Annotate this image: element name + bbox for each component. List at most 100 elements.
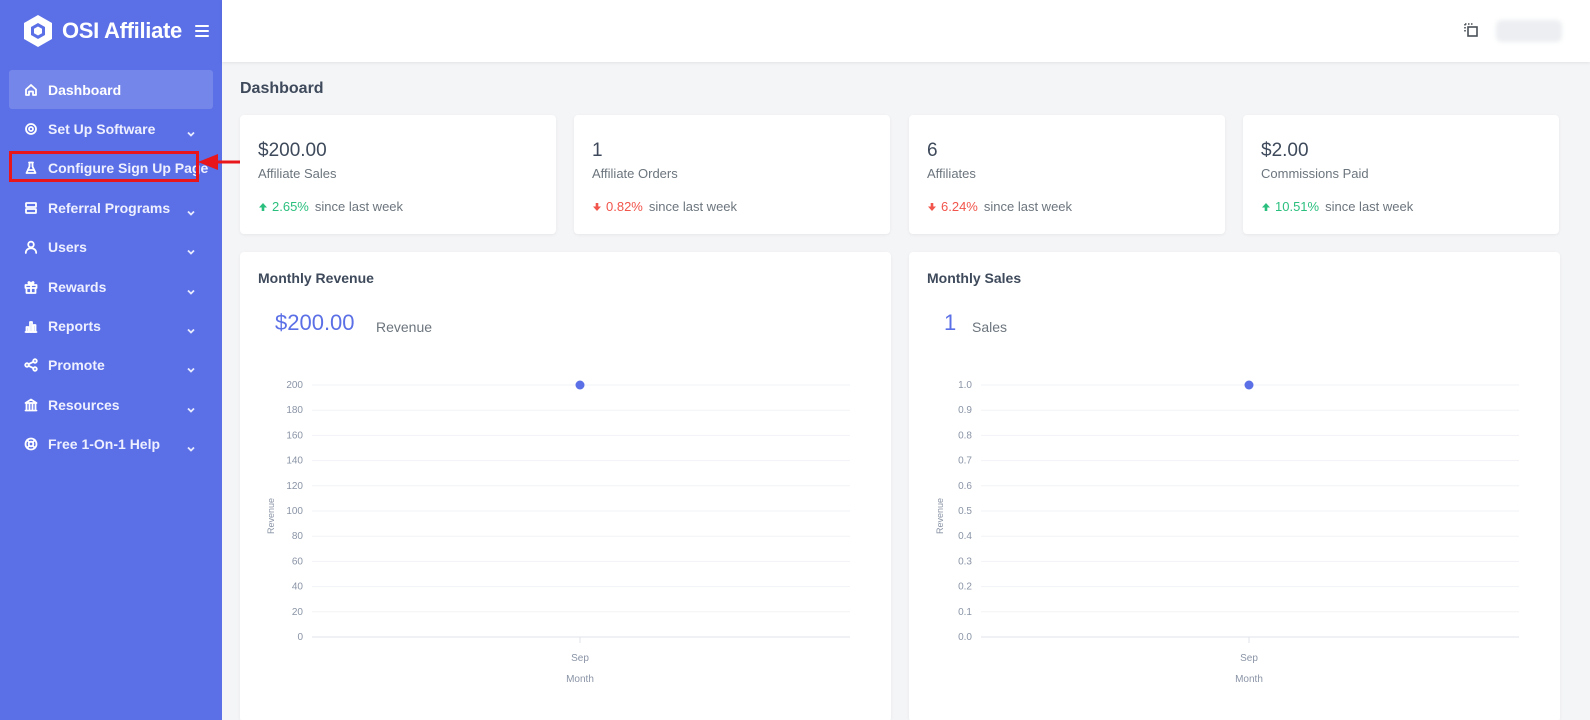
y-tick-label: 0.7 <box>958 456 972 467</box>
data-point <box>575 380 585 390</box>
chevron-down-icon <box>187 361 195 374</box>
sidebar-item-promote[interactable]: Promote <box>9 346 213 385</box>
y-tick-label: 0.5 <box>958 506 972 517</box>
stat-value: 6 <box>927 140 938 161</box>
stat-delta: 0.82% <box>592 199 643 214</box>
flask-icon <box>24 161 38 175</box>
stat-card-affiliate-orders: 1 Affiliate Orders 0.82% since last week <box>574 115 890 234</box>
stat-delta: 6.24% <box>927 199 978 214</box>
sidebar-item-set-up-software[interactable]: Set Up Software <box>9 109 213 148</box>
y-tick-label: 0.1 <box>958 607 972 618</box>
y-tick-label: 180 <box>286 405 303 416</box>
delta-value: 2.65% <box>272 199 309 214</box>
sidebar-item-label: Promote <box>48 357 105 374</box>
sidebar-item-reports[interactable]: Reports <box>9 306 213 345</box>
bar-chart-icon <box>24 319 38 333</box>
y-tick-label: 20 <box>292 607 304 618</box>
chevron-down-icon <box>187 204 195 216</box>
sidebar-item-label: Free 1-On-1 Help <box>48 436 161 453</box>
y-tick-label: 60 <box>292 556 304 567</box>
monthly-sales-chart: 0.0 0.1 0.2 0.3 0.4 0.5 0.6 0.7 0.8 0.9 1.0 Sep Mont… <box>935 380 1519 685</box>
sidebar-item-configure-sign-up-page[interactable]: Configure Sign Up Page <box>9 149 213 188</box>
monthly-revenue-chart: 0 20 40 60 80 100 120 140 160 180 200 Sep Month Reven… <box>266 380 850 685</box>
menu-toggle-icon[interactable] <box>194 25 209 37</box>
y-tick-label: 0.4 <box>958 531 972 542</box>
stat-delta: 10.51% <box>1261 199 1319 214</box>
delta-value: 10.51% <box>1275 199 1320 214</box>
data-point <box>1244 380 1254 390</box>
chevron-down-icon <box>187 322 195 334</box>
sidebar-item-resources[interactable]: Resources <box>9 385 213 424</box>
sidebar: OSI Affiliate Dashboard Set Up Software … <box>0 0 222 720</box>
monthly-revenue-card: Monthly Revenue $200.00 Revenue 0 20 40 60 8… <box>240 252 891 720</box>
arrow-up-icon <box>1262 202 1270 211</box>
chevron-down-icon <box>187 243 195 256</box>
y-tick-label: 200 <box>286 380 303 391</box>
stat-label: Affiliates <box>927 166 976 181</box>
stat-card-affiliates: 6 Affiliates 6.24% since last week <box>909 115 1225 234</box>
stat-card-affiliate-sales: $200.00 Affiliate Sales 2.65% since last… <box>240 115 556 234</box>
chevron-down-icon <box>187 283 195 295</box>
y-tick-label: 40 <box>292 582 304 593</box>
stat-delta: 2.65% <box>258 199 309 214</box>
arrow-down-icon <box>593 202 601 211</box>
home-icon <box>24 83 38 97</box>
delta-value: 0.82% <box>606 199 643 214</box>
y-tick-label: 140 <box>286 456 303 467</box>
arrow-down-icon <box>928 202 936 211</box>
sidebar-item-referral-programs[interactable]: Referral Programs <box>9 188 213 227</box>
sidebar-item-dashboard[interactable]: Dashboard <box>9 70 213 110</box>
chevron-down-icon <box>187 401 195 413</box>
y-tick-label: 0.0 <box>958 632 972 643</box>
monthly-sales-card: Monthly Sales 1 Sales 0.0 0.1 0.2 0.3 0.4 0.5… <box>909 252 1560 720</box>
chevron-down-icon <box>187 440 195 452</box>
delta-suffix: since last week <box>648 199 738 214</box>
y-tick-label: 0.2 <box>958 582 972 593</box>
sidebar-item-label: Resources <box>48 396 120 413</box>
y-tick-label: 100 <box>286 506 303 517</box>
y-axis-label: Revenue <box>266 498 276 534</box>
chevron-down-icon <box>187 125 195 137</box>
x-tick-label: Sep <box>1240 653 1258 664</box>
stat-value: $2.00 <box>1261 140 1309 161</box>
sidebar-item-free-help[interactable]: Free 1-On-1 Help <box>9 425 213 464</box>
x-axis-label: Month <box>566 674 594 685</box>
y-tick-label: 0.8 <box>958 430 972 441</box>
stat-value: 1 <box>592 140 603 161</box>
y-tick-label: 0.9 <box>958 405 972 416</box>
y-tick-label: 80 <box>292 531 304 542</box>
sidebar-item-label: Reports <box>48 318 101 335</box>
delta-value: 6.24% <box>941 199 978 214</box>
user-avatar[interactable] <box>1496 20 1562 42</box>
brand[interactable]: OSI Affiliate <box>0 0 222 62</box>
x-tick-label: Sep <box>571 653 589 664</box>
page-title: Dashboard <box>240 80 324 97</box>
stat-label: Affiliate Sales <box>258 166 337 181</box>
stat-change: 10.51% since last week <box>1261 199 1413 214</box>
fullscreen-icon[interactable] <box>1462 21 1480 39</box>
share-icon <box>24 358 38 373</box>
y-tick-label: 0.3 <box>958 556 972 567</box>
y-tick-label: 160 <box>286 430 303 441</box>
stat-label: Affiliate Orders <box>592 166 678 181</box>
sidebar-item-rewards[interactable]: Rewards <box>9 267 213 306</box>
brand-name: OSI Affiliate <box>62 18 182 43</box>
lifebuoy-icon <box>24 437 38 451</box>
gear-icon <box>24 122 38 136</box>
stat-card-commissions-paid: $2.00 Commissions Paid 10.51% since last… <box>1243 115 1559 234</box>
sidebar-nav: Dashboard Set Up Software Configure Sign… <box>0 62 222 464</box>
sidebar-item-users[interactable]: Users <box>9 228 213 267</box>
sidebar-item-label: Configure Sign Up Page <box>48 160 209 177</box>
gift-icon <box>24 280 38 294</box>
x-axis-label: Month <box>1235 674 1263 685</box>
sidebar-item-label: Rewards <box>48 278 107 295</box>
sidebar-item-label: Referral Programs <box>48 199 171 216</box>
stat-label: Commissions Paid <box>1261 166 1369 181</box>
y-tick-label: 120 <box>286 481 303 492</box>
delta-suffix: since last week <box>983 199 1073 214</box>
sidebar-item-label: Users <box>48 239 87 256</box>
sidebar-item-label: Set Up Software <box>48 121 156 138</box>
arrow-up-icon <box>259 202 267 211</box>
y-tick-label: 0.6 <box>958 481 972 492</box>
bank-icon <box>24 398 38 412</box>
